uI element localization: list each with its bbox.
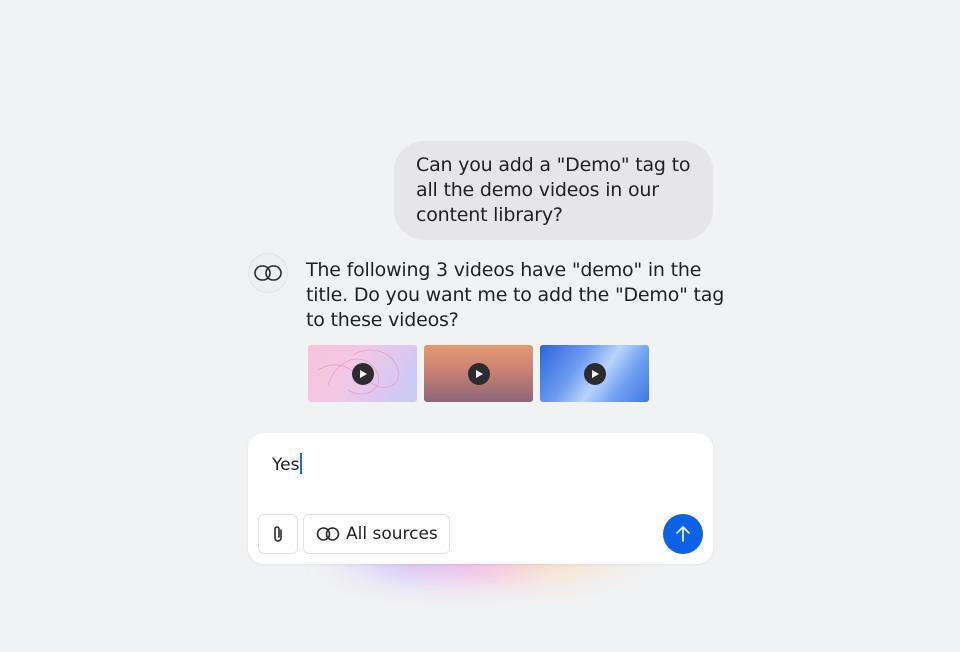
paperclip-icon (274, 526, 282, 542)
text-caret (300, 453, 302, 474)
link-icon (254, 265, 282, 281)
video-thumbnail[interactable] (540, 345, 649, 402)
video-thumbnails (308, 345, 649, 402)
attach-button[interactable] (258, 514, 298, 554)
play-icon[interactable] (467, 362, 490, 385)
user-message-text: Can you add a "Demo" tag to all the demo… (416, 154, 691, 226)
assistant-message-text: The following 3 videos have "demo" in th… (306, 259, 725, 331)
link-icon (316, 527, 340, 541)
assistant-avatar (248, 253, 288, 293)
sources-label: All sources (346, 524, 438, 544)
play-icon[interactable] (351, 362, 374, 385)
play-icon[interactable] (583, 362, 606, 385)
arrow-up-icon (676, 526, 690, 542)
message-input-value: Yes (272, 455, 300, 475)
video-thumbnail[interactable] (308, 345, 417, 402)
send-button[interactable] (663, 514, 703, 554)
message-composer: Yes All sources (248, 433, 713, 564)
video-thumbnail[interactable] (424, 345, 533, 402)
message-input[interactable]: Yes (272, 453, 302, 477)
sources-dropdown[interactable]: All sources (303, 514, 450, 554)
user-message-bubble: Can you add a "Demo" tag to all the demo… (394, 141, 713, 240)
